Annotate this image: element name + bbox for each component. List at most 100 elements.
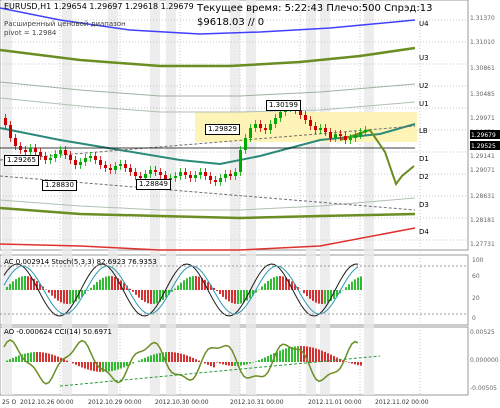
time-axis-tick: 2012.10.26 00:00 xyxy=(20,399,74,406)
candle-body xyxy=(359,132,362,135)
candle-body xyxy=(99,160,102,165)
ao-axis-tick: -0.00505 xyxy=(470,385,497,392)
current-price-label: 1.29679 xyxy=(471,132,496,139)
candle-body xyxy=(109,168,112,170)
candle-body xyxy=(249,128,252,138)
candle-body xyxy=(279,112,282,118)
candle-body xyxy=(159,172,162,175)
balance-label: $9618.03 // 0 xyxy=(197,17,265,28)
price-axis-tick: 1.27731 xyxy=(470,241,495,248)
candle-body xyxy=(9,125,12,138)
channel-label-u2: U2 xyxy=(419,82,429,90)
current-time-label: Текущее время: 5:22:43 Плечо:500 Спрэд:1… xyxy=(197,3,433,14)
symbol-info: EURUSD,H1 1.29654 1.29697 1.29618 1.2967… xyxy=(4,2,194,11)
candle-body xyxy=(39,152,42,156)
candle-body xyxy=(244,138,247,150)
price-axis-tick: 1.29141 xyxy=(470,153,495,160)
channel-label-d1: D1 xyxy=(419,155,429,163)
candle-body xyxy=(274,118,277,124)
candle-body xyxy=(124,164,127,168)
candle-body xyxy=(174,176,177,178)
candle-body xyxy=(59,150,62,154)
bid-price-label: 1.29525 xyxy=(471,143,496,150)
candle-body xyxy=(269,124,272,130)
price-axis-tick: 1.29971 xyxy=(470,115,495,122)
candle-body xyxy=(354,135,357,138)
candle-body xyxy=(184,172,187,175)
time-axis-tick: 2012.10.29 00:00 xyxy=(88,399,142,406)
candle-body xyxy=(69,155,72,160)
candle-body xyxy=(24,150,27,152)
candle-body xyxy=(29,148,32,152)
candle-body xyxy=(309,120,312,126)
candle-body xyxy=(144,174,147,178)
candle-body xyxy=(234,172,237,176)
ac-panel-title: AC 0.002914 Stoch(5,3,3) 82.6923 76.9353 xyxy=(4,258,157,266)
ao-axis-tick: 0.000000 xyxy=(470,357,499,364)
candle-body xyxy=(179,172,182,176)
time-axis-tick: 25 O xyxy=(2,399,17,406)
candle-body xyxy=(64,150,67,155)
candle-body xyxy=(339,134,342,136)
candle-body xyxy=(129,168,132,172)
candle-body xyxy=(324,128,327,132)
candle-body xyxy=(259,124,262,128)
candle-body xyxy=(229,174,232,176)
candle-body xyxy=(79,162,82,165)
candle-body xyxy=(214,180,217,182)
candle-body xyxy=(319,128,322,130)
candle-body xyxy=(189,175,192,178)
channel-label-lb: LB xyxy=(419,127,428,135)
candle-body xyxy=(19,146,22,150)
candle-body xyxy=(224,174,227,178)
candle-body xyxy=(89,156,92,158)
candle-body xyxy=(364,130,367,132)
candle-body xyxy=(344,136,347,140)
ac-axis-tick: 20 xyxy=(472,295,480,302)
session-stripe xyxy=(364,0,374,395)
candle-body xyxy=(104,165,107,168)
candle-body xyxy=(154,170,157,172)
ao-panel-title: AO -0.000624 CCI(14) 50.6971 xyxy=(4,328,112,336)
candle-body xyxy=(329,132,332,138)
channel-label-u1: U1 xyxy=(419,100,429,108)
candle-body xyxy=(44,156,47,160)
price-axis-tick: 1.31370 xyxy=(470,15,495,22)
candle-body xyxy=(134,172,137,176)
session-stripe xyxy=(150,0,160,395)
candle-body xyxy=(199,172,202,175)
candle-body xyxy=(304,115,307,120)
time-axis-tick: 2012.11.02 00:00 xyxy=(375,399,429,406)
candle-body xyxy=(4,118,7,125)
price-axis-tick: 1.29071 xyxy=(470,167,495,174)
candle-body xyxy=(139,176,142,178)
ac-axis-tick: 0 xyxy=(472,315,476,322)
price-tag-low2: 1.28849 xyxy=(136,179,171,190)
candle-body xyxy=(204,172,207,176)
price-tag-mid: 1.29829 xyxy=(205,124,240,135)
candle-body xyxy=(264,128,267,130)
chart-canvas[interactable]: U4 U3 U2 U1 LB D1 D2 D3 D4 1.31370 1.31010 1.30861 1… xyxy=(0,0,500,408)
ao-axis-tick: 0.00525 xyxy=(470,329,495,336)
candle-body xyxy=(219,178,222,182)
channel-label-u4: U4 xyxy=(419,20,429,28)
time-axis-tick: 2012.10.31 00:00 xyxy=(230,399,284,406)
candle-body xyxy=(114,166,117,170)
candle-body xyxy=(119,164,122,166)
candle-body xyxy=(34,148,37,152)
candle-body xyxy=(149,170,152,174)
price-axis-tick: 1.30861 xyxy=(470,65,495,72)
time-axis-tick: 2012.11.01 00:00 xyxy=(308,399,362,406)
price-tag-high: 1.30199 xyxy=(266,100,301,111)
candle-body xyxy=(54,154,57,158)
candle-body xyxy=(314,126,317,130)
session-stripe xyxy=(230,0,240,395)
ac-axis-tick: 60 xyxy=(472,273,480,280)
candle-body xyxy=(239,150,242,172)
range-caption: Расширенный ценовой диапазон xyxy=(4,20,126,28)
channel-label-u3: U3 xyxy=(419,54,429,62)
session-stripe xyxy=(166,0,176,395)
channel-label-d3: D3 xyxy=(419,201,429,209)
pivot-caption: pivot = 1.2984 xyxy=(4,29,57,37)
candle-body xyxy=(194,175,197,178)
